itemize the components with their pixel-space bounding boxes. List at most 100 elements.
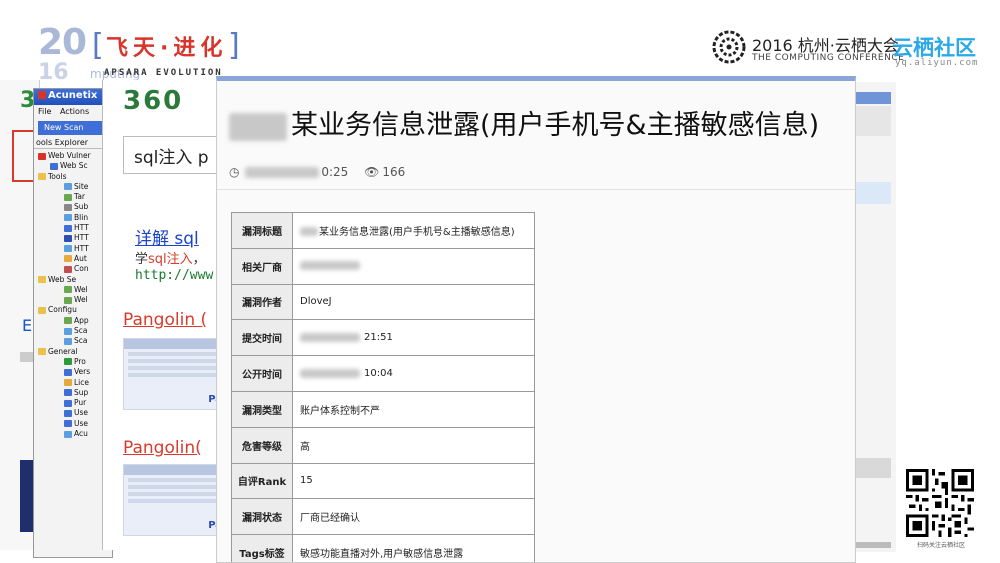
menu-actions[interactable]: Actions <box>60 107 89 116</box>
explorer-tree-label: Sca <box>74 336 88 346</box>
explorer-tree-item[interactable]: Sca <box>34 326 112 336</box>
explorer-tree-item[interactable]: App <box>34 316 112 326</box>
table-row: 公开时间 10:04 <box>231 355 535 392</box>
field-value-text: 账户体系控制不严 <box>300 405 380 417</box>
tool-icon <box>64 389 72 397</box>
bg-panel <box>855 458 891 478</box>
result-thumbnail-2[interactable]: Pa <box>123 464 225 536</box>
field-value-text: DloveJ <box>300 296 332 308</box>
redacted-text <box>300 332 360 342</box>
table-row: 相关厂商 <box>231 247 535 285</box>
folder-icon <box>38 173 46 181</box>
explorer-tree-item[interactable]: Pur <box>34 398 112 408</box>
explorer-tree-label: Vers <box>74 367 91 377</box>
explorer-tree-label: Tools <box>48 171 67 181</box>
explorer-tree-item[interactable]: Wel <box>34 295 112 305</box>
bracket-right-icon: ] <box>228 28 240 63</box>
explorer-tree-item[interactable]: Vers <box>34 367 112 377</box>
tool-icon <box>64 399 72 407</box>
explorer-tree-item[interactable]: Web Se <box>34 275 112 285</box>
tool-icon <box>64 296 72 304</box>
article-time: 0:25 <box>321 165 349 179</box>
tool-icon <box>64 245 72 253</box>
explorer-tree-item[interactable]: Sub <box>34 202 112 212</box>
explorer-tree-label: Lice <box>74 377 89 387</box>
explorer-tree-label: HTT <box>74 233 89 243</box>
tool-icon <box>64 224 72 232</box>
event-slogan-cn: 飞天·进化 <box>106 36 228 61</box>
explorer-tree-item[interactable]: Web Sc <box>34 161 112 171</box>
table-row: 自评Rank 15 <box>231 462 535 500</box>
explorer-tree-item[interactable]: Con <box>34 264 112 274</box>
explorer-tree-item[interactable]: Sup <box>34 388 112 398</box>
field-label: 自评Rank <box>231 462 293 500</box>
table-row: 漏洞状态 厂商已经确认 <box>231 498 535 536</box>
explorer-tree-label: General <box>48 346 78 356</box>
explorer-tree-item[interactable]: General <box>34 347 112 357</box>
acunetix-titlebar: Acunetix <box>34 89 112 105</box>
field-label: 漏洞类型 <box>231 390 293 428</box>
field-value-text: 21:51 <box>364 332 393 344</box>
bg-link-fragment[interactable]: E <box>22 316 32 335</box>
explorer-tree-item[interactable]: HTT <box>34 223 112 233</box>
explorer-tree-item[interactable]: Acu <box>34 429 112 439</box>
explorer-tree-label: Site <box>74 181 89 191</box>
redacted-text <box>300 227 318 237</box>
field-value: 10:04 <box>292 355 535 392</box>
explorer-tree-item[interactable]: Sca <box>34 336 112 346</box>
bg-scrollbar[interactable] <box>855 542 891 548</box>
article-title: 某业务信息泄露(用户手机号&主播敏感信息) <box>229 103 819 142</box>
folder-icon <box>38 348 46 356</box>
field-value-text: 某业务信息泄露(用户手机号&主播敏感信息) <box>319 226 515 238</box>
search-engine-logo: 360 <box>123 86 184 116</box>
search-result-pangolin-2[interactable]: Pangolin( <box>123 438 228 458</box>
explorer-tree-item[interactable]: Site <box>34 182 112 192</box>
search-result-pangolin-1[interactable]: Pangolin ( <box>123 310 228 330</box>
menu-file[interactable]: File <box>38 107 51 116</box>
redacted-text <box>300 261 360 271</box>
explorer-tree-item[interactable]: Aut <box>34 254 112 264</box>
table-row: 漏洞作者 DloveJ <box>231 283 535 321</box>
tool-icon <box>64 368 72 376</box>
explorer-tree-item[interactable]: Use <box>34 408 112 418</box>
tool-icon <box>64 193 72 201</box>
folder-icon <box>38 152 46 160</box>
new-scan-button[interactable]: New Scan <box>38 121 108 135</box>
explorer-tree-item[interactable]: Lice <box>34 378 112 388</box>
acunetix-window: Acunetix File Actions New Scan ools Expl… <box>33 88 113 558</box>
snippet-prefix: 学 <box>135 252 149 267</box>
explorer-tree-label: Pur <box>74 398 87 408</box>
tool-icon <box>64 317 72 325</box>
explorer-tree-label: Configu <box>48 305 77 315</box>
article-meta: ◷ 0:25 👁 166 <box>229 165 405 179</box>
explorer-tree-label: Web Sc <box>60 161 88 171</box>
explorer-tree-label: Sub <box>74 202 89 212</box>
conference-subtitle: THE COMPUTING CONFERENCE <box>752 53 905 63</box>
explorer-tree-item[interactable]: Pro <box>34 357 112 367</box>
eye-icon: 👁 <box>364 165 380 179</box>
explorer-tree-item[interactable]: Wel <box>34 285 112 295</box>
field-label: 提交时间 <box>231 319 293 357</box>
explorer-tree-item[interactable]: Tools <box>34 172 112 182</box>
explorer-tree-item[interactable]: Web Vulner <box>34 151 112 161</box>
explorer-tree-item[interactable]: Use <box>34 419 112 429</box>
qr-code-icon <box>906 469 974 537</box>
background-window-right <box>854 82 896 552</box>
field-value-text: 10:04 <box>364 368 393 380</box>
explorer-tree-item[interactable]: HTT <box>34 244 112 254</box>
explorer-tree-label: Aut <box>74 253 87 263</box>
tool-icon <box>64 337 72 345</box>
divider <box>217 189 855 190</box>
folder-icon <box>38 276 46 284</box>
explorer-tree-label: Blin <box>74 212 89 222</box>
explorer-tree-item[interactable]: Configu <box>34 305 112 315</box>
tool-icon <box>64 430 72 438</box>
acunetix-menubar: File Actions <box>34 105 112 119</box>
folder-icon <box>38 306 46 314</box>
result-thumbnail-1[interactable]: Pa <box>123 338 225 410</box>
explorer-tree-item[interactable]: Blin <box>34 213 112 223</box>
explorer-tree-item[interactable]: HTT <box>34 233 112 243</box>
qr-caption: 扫码关注云栖社区 <box>916 542 965 549</box>
explorer-tree-label: HTT <box>74 243 89 253</box>
explorer-tree-item[interactable]: Tar <box>34 192 112 202</box>
